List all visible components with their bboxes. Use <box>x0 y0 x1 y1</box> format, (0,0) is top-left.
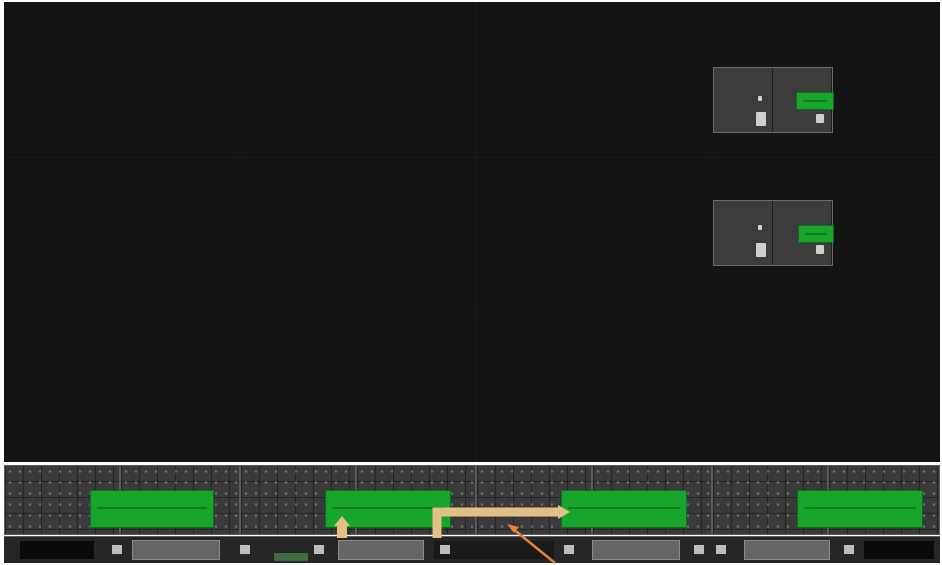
cable-connector-icon <box>334 516 350 538</box>
led-wall-diagram <box>0 0 942 565</box>
annotation-overlay <box>334 505 570 564</box>
cable-route-arrow <box>432 505 570 538</box>
pointer-arrow-icon <box>507 524 556 564</box>
